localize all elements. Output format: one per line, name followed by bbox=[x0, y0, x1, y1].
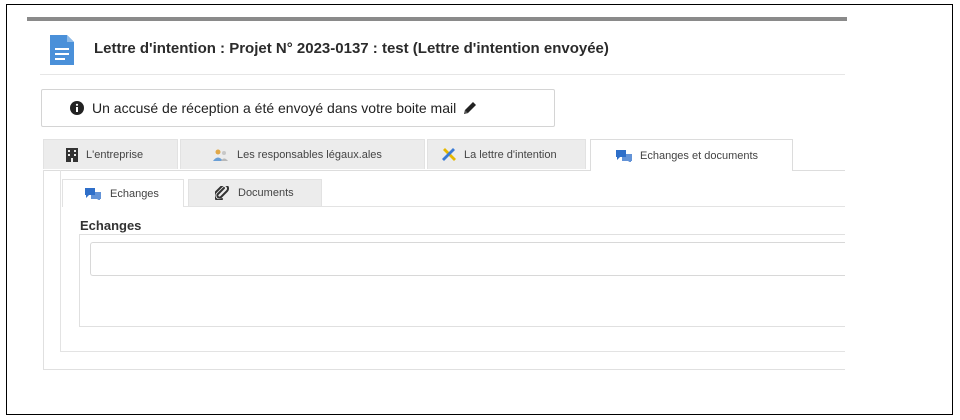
page-header: Lettre d'intention : Projet N° 2023-0137… bbox=[40, 30, 845, 75]
comments-icon bbox=[616, 149, 632, 162]
alert-message: Un accusé de réception a été envoyé dans… bbox=[92, 100, 457, 116]
top-bar bbox=[27, 17, 847, 21]
document-icon bbox=[49, 34, 75, 66]
pencil-icon[interactable] bbox=[462, 100, 478, 116]
tab-responsables[interactable]: Les responsables légaux.ales bbox=[180, 139, 425, 169]
message-input[interactable] bbox=[90, 242, 845, 276]
paperclip-icon bbox=[215, 186, 229, 200]
tab-label: Echanges et documents bbox=[640, 149, 759, 162]
tab-entreprise[interactable]: L'entreprise bbox=[43, 139, 178, 169]
section-title: Echanges bbox=[80, 218, 142, 233]
tools-icon bbox=[442, 147, 456, 162]
building-icon bbox=[66, 147, 78, 162]
tab-label: Les responsables légaux.ales bbox=[237, 148, 382, 161]
tab-echanges-documents[interactable]: Echanges et documents bbox=[590, 139, 793, 171]
subtab-documents[interactable]: Documents bbox=[188, 179, 322, 206]
subtab-label: Documents bbox=[238, 187, 294, 199]
info-circle-icon bbox=[70, 101, 84, 115]
tab-label: L'entreprise bbox=[86, 148, 144, 161]
main-tabs: L'entreprise Les responsables légaux.ale… bbox=[43, 139, 845, 171]
tab-label: La lettre d'intention bbox=[464, 148, 557, 161]
sub-tabs: Echanges Documents bbox=[62, 179, 845, 207]
subtab-label: Echanges bbox=[110, 187, 159, 200]
subtab-echanges[interactable]: Echanges bbox=[62, 179, 184, 207]
tab-lettre-intention[interactable]: La lettre d'intention bbox=[427, 139, 586, 169]
receipt-alert: Un accusé de réception a été envoyé dans… bbox=[41, 89, 555, 127]
page-title: Lettre d'intention : Projet N° 2023-0137… bbox=[94, 40, 609, 57]
users-icon bbox=[213, 149, 229, 161]
comments-icon bbox=[85, 187, 101, 200]
